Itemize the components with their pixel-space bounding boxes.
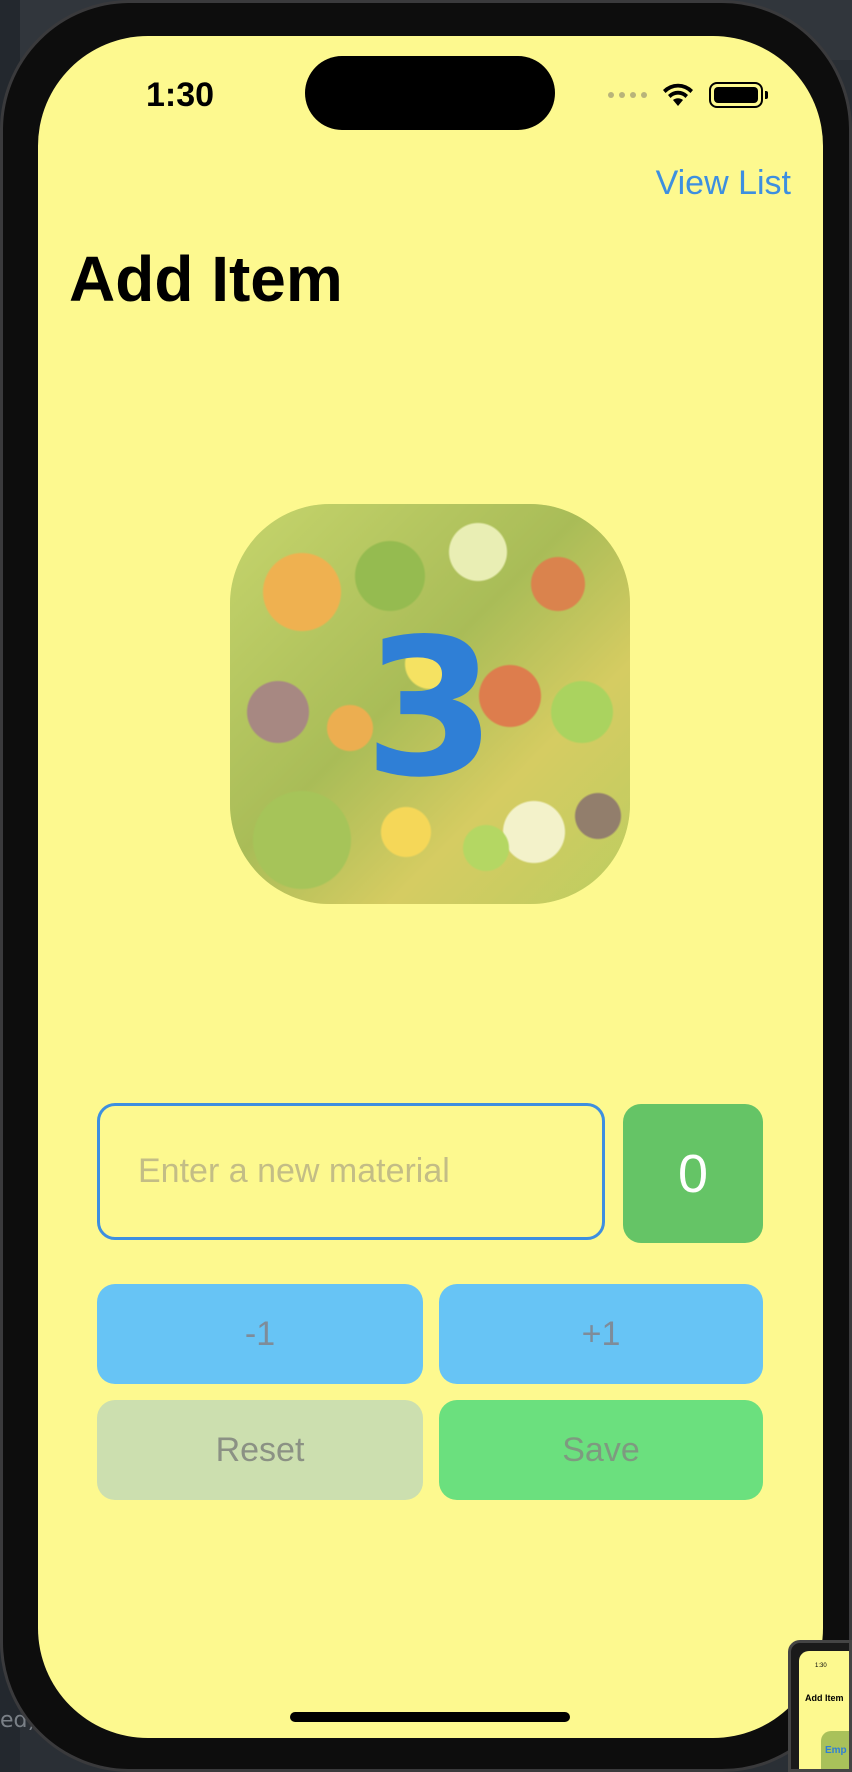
battery-icon: [709, 82, 768, 108]
thumbnail-title: Add Item: [805, 1693, 844, 1703]
decrement-button[interactable]: -1: [97, 1284, 423, 1384]
status-icons: [608, 78, 768, 112]
dynamic-island: [305, 56, 555, 130]
iphone-simulator-frame: 1:30 View List Add Item 3 0 -1 +1 Reset …: [0, 0, 852, 1772]
thumbnail-time: 1:30: [815, 1663, 827, 1669]
cellular-signal-icon: [608, 92, 647, 98]
save-button[interactable]: Save: [439, 1400, 763, 1500]
thumbnail-image: Emp: [821, 1731, 849, 1769]
thumbnail-card-label: Emp: [825, 1745, 847, 1756]
item-count-display: 3: [363, 597, 497, 819]
reset-button[interactable]: Reset: [97, 1400, 423, 1500]
home-indicator[interactable]: [290, 1712, 570, 1722]
quantity-badge: 0: [623, 1104, 763, 1243]
increment-button[interactable]: +1: [439, 1284, 763, 1384]
material-input[interactable]: [97, 1103, 605, 1240]
vegetables-image: 3: [230, 504, 630, 904]
thumbnail-screen: 1:30 Add Item Emp: [799, 1651, 849, 1769]
page-title: Add Item: [69, 243, 343, 315]
status-time: 1:30: [146, 76, 215, 114]
app-screen: 1:30 View List Add Item 3 0 -1 +1 Reset …: [38, 36, 823, 1738]
wifi-icon: [663, 83, 693, 106]
app-switcher-thumbnail[interactable]: 1:30 Add Item Emp: [788, 1640, 852, 1772]
view-list-link[interactable]: View List: [656, 164, 791, 203]
